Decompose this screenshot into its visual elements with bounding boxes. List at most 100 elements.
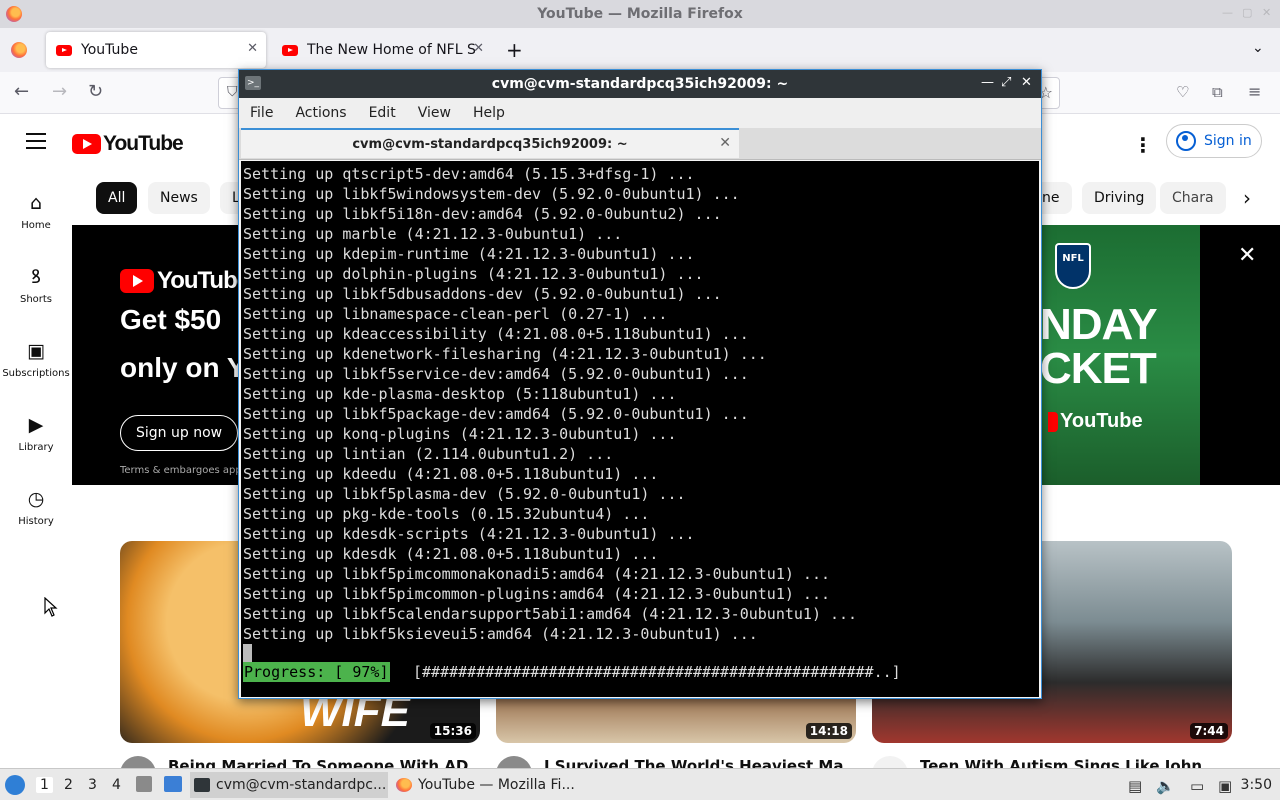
guide-menu-icon[interactable] — [26, 133, 46, 154]
workspace-2[interactable]: 2 — [64, 777, 73, 793]
workspace-3[interactable]: 3 — [88, 777, 97, 793]
terminal-line: Setting up libkf5calendarsupport5abi1:am… — [243, 605, 858, 623]
terminal-line: Setting up qtscript5-dev:amd64 (5.15.3+d… — [243, 165, 695, 183]
maximize-icon[interactable]: ⤢ — [1001, 75, 1011, 90]
guide-subscriptions[interactable]: ▣ Subscriptions — [0, 340, 72, 379]
close-tab-icon[interactable]: ✕ — [719, 135, 731, 151]
channel-avatar[interactable] — [120, 756, 156, 768]
youtube-favicon-icon — [282, 44, 298, 56]
start-menu-icon[interactable] — [5, 775, 25, 795]
more-options-icon[interactable]: ⋮ — [1133, 133, 1153, 157]
guide-home[interactable]: ⌂ Home — [0, 192, 72, 231]
channel-avatar[interactable] — [496, 756, 532, 768]
sign-in-label: Sign in — [1204, 133, 1252, 149]
chip-all[interactable]: All — [96, 182, 138, 214]
close-tab-icon[interactable]: ✕ — [247, 41, 258, 56]
terminal-output[interactable]: Progress: [ 97%] [######################… — [241, 161, 1039, 697]
terminal-line: Setting up libkf5i18n-dev:amd64 (5.92.0-… — [243, 205, 722, 223]
terminal-cursor — [243, 644, 252, 662]
reload-icon[interactable]: ↻ — [88, 82, 103, 102]
tab-label: YouTube — [81, 42, 138, 58]
video-title[interactable]: Being Married To Someone With ADHD — [168, 757, 468, 768]
terminal-titlebar[interactable]: >_ cvm@cvm-standardpcq35ich92009: ~ — ⤢ … — [239, 70, 1041, 98]
sign-in-button[interactable]: Sign in — [1166, 124, 1262, 158]
banner-youtube-logo: YouTube — [120, 267, 250, 295]
firefox-icon — [396, 778, 412, 792]
chip-chara[interactable]: Chara — [1160, 182, 1226, 214]
workspace-4[interactable]: 4 — [112, 777, 121, 793]
terminal-tab[interactable]: cvm@cvm-standardpcq35ich92009: ~ ✕ — [241, 128, 739, 158]
terminal-line: Setting up libkf5dbusaddons-dev (5.92.0-… — [243, 285, 722, 303]
progress-label: Progress: [ 97%] — [243, 662, 390, 682]
close-banner-icon[interactable]: ✕ — [1238, 243, 1256, 268]
chip-driving[interactable]: Driving — [1082, 182, 1157, 214]
minimize-icon[interactable]: — — [1222, 6, 1233, 19]
terminal-line: Setting up kde-plasma-desktop (5:118ubun… — [243, 385, 677, 403]
network-icon[interactable]: ▣ — [1218, 777, 1232, 795]
terminal-line: Setting up libkf5ksieveui5:amd64 (4:21.1… — [243, 625, 758, 643]
close-icon[interactable]: ✕ — [1021, 75, 1032, 90]
video-title[interactable]: Teen With Autism Sings Like John — [920, 757, 1220, 768]
guide-library[interactable]: ▶ Library — [0, 414, 72, 453]
library-icon: ▶ — [28, 414, 44, 436]
menu-edit[interactable]: Edit — [369, 105, 396, 121]
terminal-tab-label: cvm@cvm-standardpcq35ich92009: ~ — [352, 136, 628, 152]
youtube-favicon-icon — [56, 44, 72, 56]
back-arrow-icon[interactable]: ← — [14, 82, 29, 102]
minimize-icon[interactable]: — — [981, 75, 994, 90]
terminal-line: Setting up marble (4:21.12.3-0ubuntu1) .… — [243, 225, 623, 243]
progress-bar: [#######################################… — [413, 663, 901, 681]
channel-avatar[interactable] — [872, 756, 908, 768]
tab-nfl[interactable]: The New Home of NFL Su ✕ — [272, 32, 492, 68]
firefox-view-icon[interactable] — [11, 42, 27, 58]
taskbar-firefox[interactable]: YouTube — Mozilla Fi... — [392, 772, 592, 798]
clipboard-icon[interactable]: ▤ — [1128, 777, 1142, 795]
nfl-field-graphic: NFL NDAY CKET YouTube — [1040, 225, 1200, 485]
terminal-tabstrip: cvm@cvm-standardpcq35ich92009: ~ ✕ — [239, 128, 1041, 160]
terminal-line: Setting up libkf5pimcommon-plugins:amd64… — [243, 585, 830, 603]
workspace-1[interactable]: 1 — [36, 777, 53, 793]
banner-youtube-mini-logo: YouTube — [1048, 410, 1143, 433]
chevron-right-icon[interactable]: › — [1243, 186, 1251, 210]
terminal-line: Setting up dolphin-plugins (4:21.12.3-0u… — [243, 265, 704, 283]
guide-shorts[interactable]: ꝸ Shorts — [0, 266, 72, 305]
menu-view[interactable]: View — [418, 105, 451, 121]
volume-icon[interactable]: 🔈 — [1156, 777, 1175, 795]
show-desktop-icon[interactable] — [164, 776, 182, 792]
youtube-play-icon — [120, 269, 154, 293]
youtube-logo[interactable]: YouTube — [72, 132, 184, 156]
forward-arrow-icon[interactable]: → — [52, 82, 67, 102]
sign-up-now-button[interactable]: Sign up now — [120, 415, 239, 451]
tab-bar: YouTube ✕ The New Home of NFL Su ✕ + ⌄ — [0, 28, 1280, 72]
file-manager-icon[interactable] — [136, 776, 152, 792]
menu-actions[interactable]: Actions — [295, 105, 346, 121]
close-icon[interactable]: ✕ — [1262, 6, 1271, 19]
menu-file[interactable]: File — [250, 105, 273, 121]
extensions-icon[interactable]: ⧉ — [1212, 82, 1223, 102]
chevron-down-icon[interactable]: ⌄ — [1252, 40, 1264, 56]
terminal-window[interactable]: >_ cvm@cvm-standardpcq35ich92009: ~ — ⤢ … — [238, 69, 1042, 699]
terminal-line: Setting up libkf5pimcommonakonadi5:amd64… — [243, 565, 830, 583]
terminal-line: Setting up kdesdk (4:21.08.0+5.118ubuntu… — [243, 545, 659, 563]
chip-news[interactable]: News — [148, 182, 210, 214]
plus-icon[interactable]: + — [506, 38, 523, 62]
account-icon — [1176, 131, 1196, 151]
menu-help[interactable]: Help — [473, 105, 505, 121]
firefox-logo-icon — [6, 6, 22, 22]
maximize-icon[interactable]: ▢ — [1242, 6, 1252, 19]
taskbar-terminal[interactable]: cvm@cvm-standardpc... — [190, 772, 388, 798]
terminal-line: Setting up konq-plugins (4:21.12.3-0ubun… — [243, 425, 677, 443]
shield-icon[interactable]: ⛉ — [227, 84, 238, 100]
pocket-icon[interactable]: ♡ — [1176, 82, 1189, 102]
guide-history[interactable]: ◷ History — [0, 488, 72, 527]
notes-icon[interactable]: ▭ — [1190, 777, 1204, 795]
video-duration: 7:44 — [1190, 723, 1228, 739]
close-tab-icon[interactable]: ✕ — [473, 41, 484, 56]
hamburger-menu-icon[interactable]: ≡ — [1248, 82, 1261, 102]
nfl-shield-icon: NFL — [1055, 243, 1091, 289]
terminal-line: Setting up kdesdk-scripts (4:21.12.3-0ub… — [243, 525, 695, 543]
tab-youtube[interactable]: YouTube ✕ — [46, 32, 266, 68]
video-title[interactable]: I Survived The World's Heaviest Man's — [544, 757, 844, 768]
terminal-title: cvm@cvm-standardpcq35ich92009: ~ — [491, 76, 789, 92]
terminal-line: Setting up kdeedu (4:21.08.0+5.118ubuntu… — [243, 465, 659, 483]
